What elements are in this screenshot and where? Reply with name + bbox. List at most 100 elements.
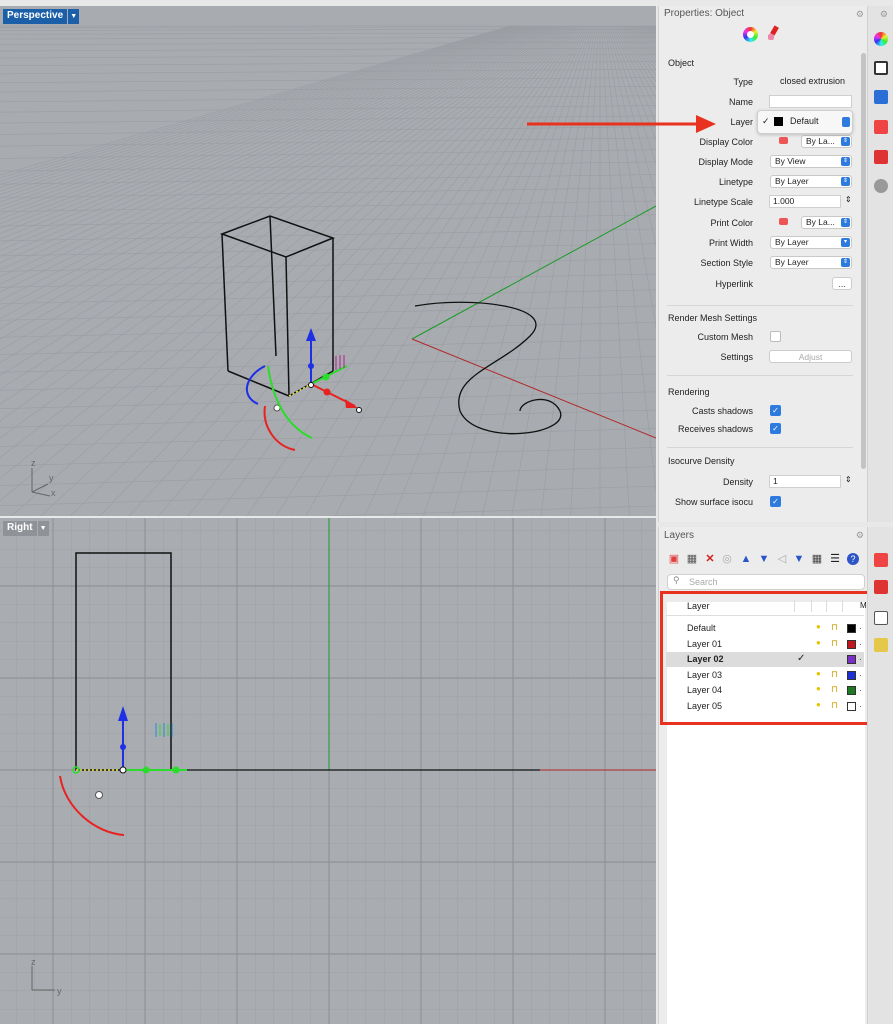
- chevron-down-icon[interactable]: ▼: [37, 521, 49, 536]
- display-mode-select[interactable]: By View ⇕: [770, 155, 852, 168]
- print-color-select[interactable]: By La... ⇕: [801, 216, 852, 229]
- right-grid: [0, 518, 656, 1024]
- right-viewport-tab[interactable]: Right ▼: [3, 521, 49, 536]
- color-wheel-icon[interactable]: [874, 32, 888, 46]
- box-extrusion[interactable]: [219, 215, 336, 397]
- viewport-title[interactable]: Perspective: [3, 9, 68, 24]
- show-isocurves-checkbox[interactable]: ✓: [770, 496, 781, 507]
- search-icon: ⚲: [673, 575, 680, 585]
- render-icon[interactable]: [874, 580, 888, 594]
- adjust-button[interactable]: Adjust: [769, 350, 852, 363]
- type-row: Type closed extrusion: [659, 74, 859, 90]
- chevron-updown-icon: [842, 117, 850, 127]
- move-down-icon[interactable]: ▼: [758, 553, 770, 565]
- layer-popup[interactable]: ✓ Default: [757, 110, 853, 134]
- receives-shadows-label: Receives shadows: [677, 424, 753, 434]
- search-field[interactable]: ⚲ Search: [667, 574, 865, 590]
- panel-title: Properties: Object: [664, 8, 745, 19]
- hyperlink-label: Hyperlink: [715, 279, 753, 289]
- layer-popup-value[interactable]: Default: [790, 116, 819, 126]
- gear-icon[interactable]: ⚙: [856, 9, 864, 20]
- annotation-highlight-box: [660, 591, 870, 725]
- name-field[interactable]: [769, 95, 852, 108]
- gumball-widget[interactable]: [59, 706, 187, 836]
- custom-mesh-checkbox[interactable]: [770, 331, 781, 342]
- chevron-down-icon[interactable]: ▼: [68, 9, 80, 24]
- material-swatch-icon: [779, 218, 788, 225]
- color-wheel-icon[interactable]: [743, 27, 758, 42]
- display-mode-row: Display Mode By View ⇕: [659, 154, 859, 170]
- section-isocurve: Isocurve Density: [668, 456, 735, 466]
- filter-icon[interactable]: ▼: [793, 553, 805, 565]
- help-icon[interactable]: ?: [847, 553, 859, 565]
- select-value: By Layer: [775, 237, 809, 247]
- panel-title: Layers: [664, 530, 695, 541]
- linetype-row: Linetype By Layer ⇕: [659, 174, 859, 190]
- named-view-icon[interactable]: [874, 90, 888, 104]
- material-swatch-icon: [779, 137, 788, 144]
- right-viewport[interactable]: z y Right ▼: [0, 518, 656, 1024]
- hyperlink-button[interactable]: ...: [832, 277, 852, 290]
- settings-row: Settings Adjust: [659, 349, 859, 365]
- linetype-scale-label: Linetype Scale: [693, 197, 753, 207]
- linetype-scale-field[interactable]: 1.000: [769, 195, 841, 208]
- perspective-canvas[interactable]: z y x: [0, 6, 656, 516]
- scrollbar[interactable]: [861, 53, 866, 469]
- list-icon[interactable]: [874, 638, 888, 652]
- perspective-viewport[interactable]: z y x Perspective ▼: [0, 6, 656, 516]
- material-icon[interactable]: [874, 120, 888, 134]
- move-up-icon[interactable]: ▲: [740, 553, 752, 565]
- texture-brush-icon[interactable]: [767, 25, 781, 42]
- table-icon[interactable]: ▦: [811, 553, 823, 565]
- material-icon[interactable]: [874, 553, 888, 567]
- density-row: Density 1 ⇕: [659, 474, 859, 490]
- delete-icon[interactable]: ✕: [704, 553, 716, 565]
- layer-label: Layer: [730, 117, 753, 127]
- perspective-axis-triad: z y x: [31, 458, 56, 498]
- chevron-updown-icon: ⇕: [841, 218, 850, 227]
- freeform-curve[interactable]: [414, 301, 562, 435]
- receives-shadows-checkbox[interactable]: ✓: [770, 423, 781, 434]
- move-back-icon[interactable]: ◁: [776, 553, 788, 565]
- perspective-viewport-tab[interactable]: Perspective ▼: [3, 9, 80, 24]
- section-render-mesh: Render Mesh Settings: [668, 313, 758, 323]
- gear-icon[interactable]: ⚙: [856, 530, 864, 541]
- copy-icon[interactable]: ◎: [721, 553, 733, 565]
- divider: [667, 305, 853, 306]
- cloud-icon[interactable]: [874, 179, 888, 193]
- show-isocurves-label: Show surface isocu: [674, 497, 753, 507]
- density-field[interactable]: 1: [769, 475, 841, 488]
- print-width-row: Print Width By Layer ▾: [659, 235, 859, 251]
- print-width-select[interactable]: By Layer ▾: [770, 236, 852, 249]
- select-value: By Layer: [775, 257, 809, 267]
- chevron-updown-icon: ⇕: [841, 177, 850, 186]
- new-sublayer-icon[interactable]: ▦: [686, 553, 698, 565]
- display-color-select[interactable]: By La... ⇕: [801, 135, 852, 148]
- axis-label-z: z: [31, 458, 36, 468]
- linetype-scale-row: Linetype Scale 1.000 ⇕: [659, 194, 859, 210]
- casts-shadows-row: Casts shadows ✓: [659, 403, 859, 419]
- axis-label-x: x: [51, 488, 56, 498]
- casts-shadows-checkbox[interactable]: ✓: [770, 405, 781, 416]
- stepper-icon[interactable]: ⇕: [845, 195, 852, 204]
- right-axis-triad: z y: [31, 957, 62, 996]
- right-canvas[interactable]: z y: [0, 518, 656, 1024]
- display-mode-label: Display Mode: [698, 157, 753, 167]
- print-color-row: Print Color By La... ⇕: [659, 215, 859, 231]
- viewport-title[interactable]: Right: [3, 521, 37, 536]
- select-value: By View: [775, 156, 806, 166]
- display-icon[interactable]: [874, 61, 888, 75]
- show-isocurves-row: Show surface isocu ✓: [659, 494, 859, 510]
- menu-icon[interactable]: ☰: [829, 553, 841, 565]
- linetype-select[interactable]: By Layer ⇕: [770, 175, 852, 188]
- chevron-updown-icon: ⇕: [841, 157, 850, 166]
- gear-icon[interactable]: ⚙: [880, 9, 888, 20]
- settings-label: Settings: [720, 352, 753, 362]
- axis-label-y: y: [49, 473, 54, 483]
- document-icon[interactable]: [874, 611, 888, 625]
- casts-shadows-label: Casts shadows: [691, 406, 753, 416]
- stepper-icon[interactable]: ⇕: [845, 475, 852, 484]
- new-layer-icon[interactable]: ▣: [668, 553, 680, 565]
- section-style-select[interactable]: By Layer ⇕: [770, 256, 852, 269]
- render-icon[interactable]: [874, 150, 888, 164]
